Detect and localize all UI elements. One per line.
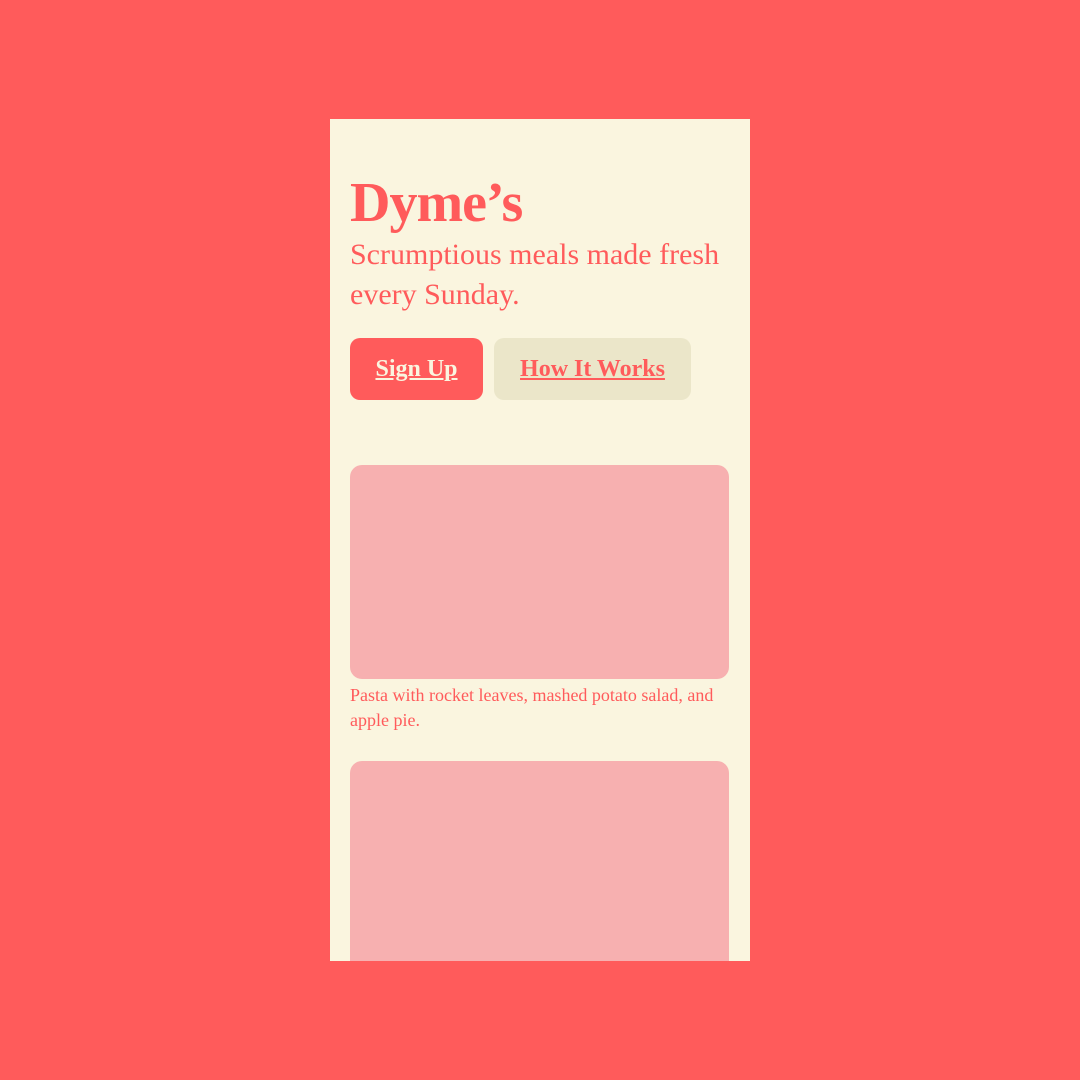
sign-up-button[interactable]: Sign Up xyxy=(350,338,483,400)
brand-title: Dyme’s xyxy=(350,172,523,234)
meal-caption: Pasta with rocket leaves, mashed potato … xyxy=(350,685,714,730)
tagline: Scrumptious meals made fresh every Sunda… xyxy=(350,238,720,311)
meal-image xyxy=(350,465,729,679)
mobile-page: Dyme’s Scrumptious meals made fresh ever… xyxy=(330,119,750,961)
meal-image xyxy=(350,761,729,961)
how-it-works-button[interactable]: How It Works xyxy=(494,338,691,400)
